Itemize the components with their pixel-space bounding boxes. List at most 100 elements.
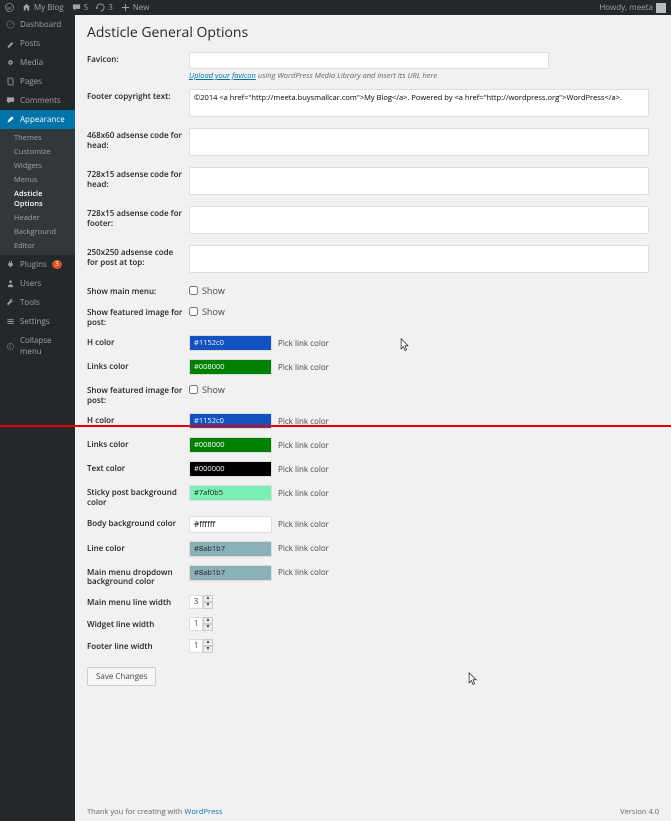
pick-link[interactable]: Pick link color (278, 464, 329, 475)
row-h-color-1: H color #1152c0 Pick link color (87, 335, 659, 351)
sticky-bg-swatch[interactable]: #7af0b5 (189, 485, 272, 501)
row-links-color-1: Links color #008000Pick link color (87, 359, 659, 375)
admin-footer: Thank you for creating with WordPress Ve… (87, 807, 659, 817)
new-content[interactable]: New (121, 2, 150, 13)
wp-logo[interactable] (5, 3, 14, 12)
label-footer-copyright: Footer copyright text: (87, 89, 189, 102)
label-text-color: Text color (87, 461, 189, 474)
label-favicon: Favicon: (87, 52, 189, 65)
label-adsense-468: 468x60 adsense code for head: (87, 128, 189, 150)
site-name[interactable]: My Blog (22, 2, 64, 13)
label-body-bg: Body background color (87, 516, 189, 529)
footer-copyright-input[interactable]: ©2014 <a href="http://meeta.buysmallcar.… (189, 89, 649, 117)
row-adsense-728h: 728x15 adsense code for head: (87, 167, 659, 198)
row-line-color: Line color #8ab1b7 Pick link color (87, 541, 659, 557)
stepper-up-icon[interactable]: ▲ (203, 639, 213, 646)
save-changes-button[interactable]: Save Changes (87, 667, 156, 686)
pick-link[interactable]: Pick link color (278, 440, 329, 451)
menu-media[interactable]: Media (0, 53, 75, 72)
menu-appearance[interactable]: Appearance (0, 110, 75, 129)
favicon-hint: Upload your favicon using WordPress Medi… (189, 71, 659, 81)
label-h-color: H color (87, 335, 189, 348)
label-show-main-menu: Show main menu: (87, 284, 189, 297)
submenu-editor[interactable]: Editor (0, 239, 75, 253)
admin-bar: My Blog 5 3 New Howdy, meeta (0, 0, 671, 15)
submenu-themes[interactable]: Themes (0, 131, 75, 145)
row-show-featured-2: Show featured image for post: Show (87, 383, 659, 405)
submenu-appearance: Themes Customize Widgets Menus Adsticle … (0, 129, 75, 255)
main-content: Adsticle General Options Favicon: Upload… (75, 15, 671, 821)
menu-dashboard[interactable]: Dashboard (0, 15, 75, 34)
line-color-swatch[interactable]: #8ab1b7 (189, 541, 272, 557)
menu-users[interactable]: Users (0, 274, 75, 293)
body-bg-input[interactable] (189, 516, 272, 533)
show-featured-checkbox-2[interactable] (189, 385, 198, 394)
row-footer-line: Footer line width 1▲▼ (87, 639, 659, 653)
pick-link[interactable]: Pick link color (278, 338, 329, 349)
pick-link[interactable]: Pick link color (278, 519, 329, 530)
row-adsense-728f: 728x15 adsense code for footer: (87, 206, 659, 237)
text-color-swatch[interactable]: #000000 (189, 461, 272, 477)
label-show-featured-1: Show featured image for post: (87, 305, 189, 327)
admin-sidebar: Dashboard Posts Media Pages Comments App… (0, 15, 75, 821)
avatar (656, 3, 666, 13)
stepper-down-icon[interactable]: ▼ (203, 624, 213, 631)
adsense-250-input[interactable] (189, 245, 649, 273)
stepper-up-icon[interactable]: ▲ (203, 617, 213, 624)
label-adsense-250: 250x250 adsense code for post at top: (87, 245, 189, 267)
favicon-input[interactable] (189, 52, 549, 69)
label-dropdown-bg: Main menu dropdown background color (87, 565, 189, 587)
pick-link[interactable]: Pick link color (278, 362, 329, 373)
h-color-swatch[interactable]: #1152c0 (189, 335, 272, 351)
links-color-swatch-2[interactable]: #008000 (189, 437, 272, 453)
submenu-widgets[interactable]: Widgets (0, 159, 75, 173)
adsense-728h-input[interactable] (189, 167, 649, 195)
howdy-account[interactable]: Howdy, meeta (599, 2, 666, 13)
label-sticky-bg: Sticky post background color (87, 485, 189, 507)
stepper-up-icon[interactable]: ▲ (203, 595, 213, 602)
row-mainmenu-line: Main menu line width 3▲▼ (87, 595, 659, 609)
menu-settings[interactable]: Settings (0, 312, 75, 331)
menu-comments[interactable]: Comments (0, 91, 75, 110)
show-featured-checkbox-1[interactable] (189, 307, 198, 316)
label-footer-line: Footer line width (87, 639, 189, 652)
row-footer-copyright: Footer copyright text: ©2014 <a href="ht… (87, 89, 659, 120)
submenu-customize[interactable]: Customize (0, 145, 75, 159)
wordpress-link[interactable]: WordPress (184, 807, 222, 817)
submenu-header[interactable]: Header (0, 211, 75, 225)
stepper-down-icon[interactable]: ▼ (203, 646, 213, 653)
dropdown-bg-swatch[interactable]: #8ab1b7 (189, 565, 272, 581)
updates-count[interactable]: 3 (96, 2, 113, 13)
pick-link[interactable]: Pick link color (278, 543, 329, 554)
show-main-menu-checkbox[interactable] (189, 286, 198, 295)
adsense-728f-input[interactable] (189, 206, 649, 234)
menu-posts[interactable]: Posts (0, 34, 75, 53)
show-label: Show (202, 383, 225, 396)
row-links-color-2: Links color #008000 Pick link color (87, 437, 659, 453)
label-mainmenu-line: Main menu line width (87, 595, 189, 608)
row-text-color: Text color #000000 Pick link color (87, 461, 659, 477)
stepper-down-icon[interactable]: ▼ (203, 602, 213, 609)
menu-tools[interactable]: Tools (0, 293, 75, 312)
row-dropdown-bg: Main menu dropdown background color #8ab… (87, 565, 659, 587)
widget-line-input[interactable]: 1 (189, 617, 203, 631)
label-links-color: Links color (87, 437, 189, 450)
collapse-menu[interactable]: Collapse menu (0, 331, 75, 361)
upload-favicon-link[interactable]: Upload your favicon (189, 71, 256, 81)
page-title: Adsticle General Options (87, 23, 659, 42)
label-line-color: Line color (87, 541, 189, 554)
footer-line-input[interactable]: 1 (189, 639, 203, 653)
comments-count[interactable]: 5 (72, 2, 89, 13)
submenu-adsticle[interactable]: Adsticle Options (0, 187, 75, 211)
row-body-bg: Body background color Pick link color (87, 516, 659, 533)
pick-link[interactable]: Pick link color (278, 567, 329, 578)
menu-plugins[interactable]: Plugins3 (0, 255, 75, 274)
adsense-468-input[interactable] (189, 128, 649, 156)
row-widget-line: Widget line width 1▲▼ (87, 617, 659, 631)
menu-pages[interactable]: Pages (0, 72, 75, 91)
submenu-menus[interactable]: Menus (0, 173, 75, 187)
links-color-swatch[interactable]: #008000 (189, 359, 272, 375)
mainmenu-line-input[interactable]: 3 (189, 595, 203, 609)
submenu-background[interactable]: Background (0, 225, 75, 239)
pick-link[interactable]: Pick link color (278, 488, 329, 499)
